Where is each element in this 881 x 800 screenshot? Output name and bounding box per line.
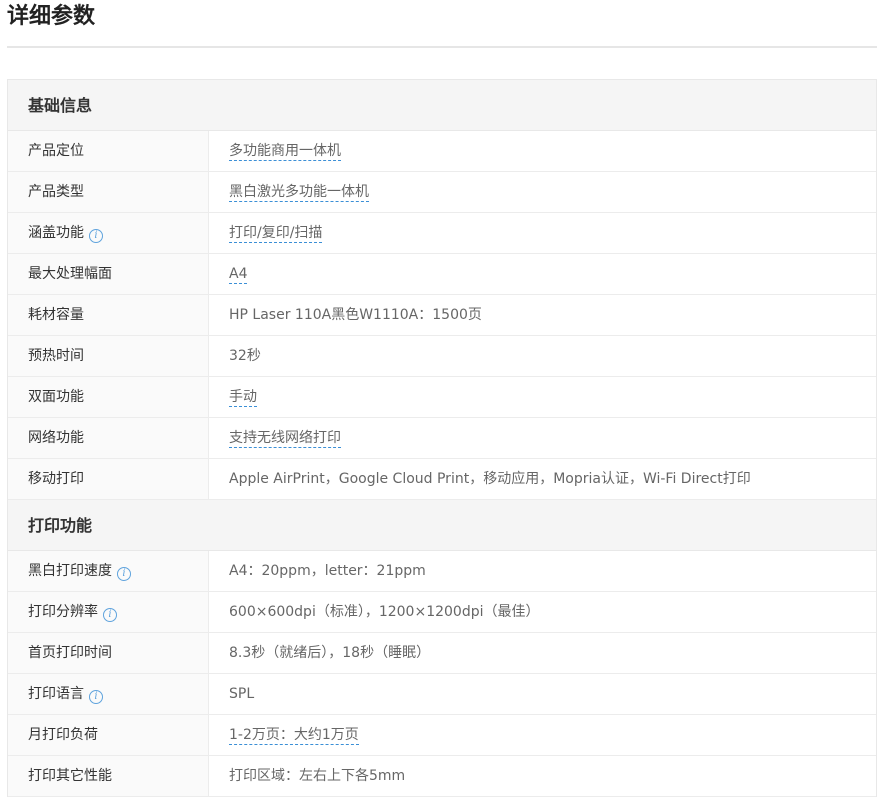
spec-label: 产品类型	[8, 172, 209, 212]
spec-value: A4	[209, 254, 876, 294]
spec-row: 打印分辨率 i 600×600dpi（标准），1200×1200dpi（最佳）	[8, 592, 876, 633]
spec-label-text: 打印分辨率	[28, 604, 98, 620]
spec-value: HP Laser 110A黑色W1110A：1500页	[209, 295, 876, 335]
spec-label-text: 产品类型	[28, 184, 84, 200]
spec-label: 月打印负荷	[8, 715, 209, 755]
section-header-basic-info: 基础信息	[8, 80, 876, 131]
spec-label: 网络功能	[8, 418, 209, 458]
info-icon[interactable]: i	[103, 608, 117, 622]
spec-row: 双面功能 手动	[8, 377, 876, 418]
spec-label: 首页打印时间	[8, 633, 209, 673]
spec-row: 最大处理幅面 A4	[8, 254, 876, 295]
spec-label: 涵盖功能 i	[8, 213, 209, 253]
spec-label: 预热时间	[8, 336, 209, 376]
spec-label-text: 首页打印时间	[28, 645, 112, 661]
spec-value-link[interactable]: 打印/复印/扫描	[229, 225, 323, 243]
spec-value: 8.3秒（就绪后），18秒（睡眠）	[209, 633, 876, 673]
spec-label: 黑白打印速度 i	[8, 551, 209, 591]
spec-label-text: 涵盖功能	[28, 225, 84, 241]
spec-value: Apple AirPrint，Google Cloud Print，移动应用，M…	[209, 459, 876, 499]
spec-label: 移动打印	[8, 459, 209, 499]
spec-value-text: Apple AirPrint，Google Cloud Print，移动应用，M…	[229, 471, 751, 487]
spec-row: 月打印负荷 1-2万页：大约1万页	[8, 715, 876, 756]
spec-row: 耗材容量 HP Laser 110A黑色W1110A：1500页	[8, 295, 876, 336]
spec-label: 打印分辨率 i	[8, 592, 209, 632]
spec-value: 支持无线网络打印	[209, 418, 876, 458]
spec-label-text: 打印语言	[28, 686, 84, 702]
spec-value-text: 600×600dpi（标准），1200×1200dpi（最佳）	[229, 604, 540, 620]
spec-row: 预热时间 32秒	[8, 336, 876, 377]
spec-label-text: 双面功能	[28, 389, 84, 405]
spec-value-text: 8.3秒（就绪后），18秒（睡眠）	[229, 645, 431, 661]
spec-label: 双面功能	[8, 377, 209, 417]
spec-label: 产品定位	[8, 131, 209, 171]
info-icon[interactable]: i	[117, 567, 131, 581]
spec-value-text: 32秒	[229, 348, 261, 364]
spec-value-text: SPL	[229, 686, 255, 702]
title-divider	[7, 46, 877, 48]
spec-value: 手动	[209, 377, 876, 417]
spec-label-text: 黑白打印速度	[28, 563, 112, 579]
spec-value-link[interactable]: 手动	[229, 389, 257, 407]
spec-row: 移动打印 Apple AirPrint，Google Cloud Print，移…	[8, 459, 876, 500]
spec-table: 基础信息 产品定位 多功能商用一体机 产品类型 黑白激光多功能一体机 涵盖功能 i…	[7, 79, 877, 797]
info-icon[interactable]: i	[89, 229, 103, 243]
spec-label-text: 移动打印	[28, 471, 84, 487]
section-header-print-function: 打印功能	[8, 500, 876, 551]
spec-label: 打印语言 i	[8, 674, 209, 714]
spec-label-text: 产品定位	[28, 143, 84, 159]
spec-value: SPL	[209, 674, 876, 714]
spec-value-link[interactable]: 支持无线网络打印	[229, 430, 341, 448]
spec-label: 打印其它性能	[8, 756, 209, 796]
spec-value: 多功能商用一体机	[209, 131, 876, 171]
spec-value-text: 打印区域：左右上下各5mm	[229, 768, 406, 784]
spec-row: 打印语言 i SPL	[8, 674, 876, 715]
spec-value-link[interactable]: 1-2万页：大约1万页	[229, 727, 359, 745]
spec-row: 黑白打印速度 i A4：20ppm，letter：21ppm	[8, 551, 876, 592]
spec-value: 打印区域：左右上下各5mm	[209, 756, 876, 796]
page-title: 详细参数	[7, 4, 96, 29]
spec-value: A4：20ppm，letter：21ppm	[209, 551, 876, 591]
spec-row: 网络功能 支持无线网络打印	[8, 418, 876, 459]
spec-label: 最大处理幅面	[8, 254, 209, 294]
spec-label-text: 预热时间	[28, 348, 84, 364]
info-icon[interactable]: i	[89, 690, 103, 704]
spec-row: 首页打印时间 8.3秒（就绪后），18秒（睡眠）	[8, 633, 876, 674]
spec-label-text: 月打印负荷	[28, 727, 98, 743]
spec-label-text: 网络功能	[28, 430, 84, 446]
spec-row: 产品类型 黑白激光多功能一体机	[8, 172, 876, 213]
spec-label-text: 最大处理幅面	[28, 266, 112, 282]
spec-row: 打印其它性能 打印区域：左右上下各5mm	[8, 756, 876, 797]
spec-value-link[interactable]: A4	[229, 266, 248, 284]
spec-label-text: 打印其它性能	[28, 768, 112, 784]
spec-value-text: A4：20ppm，letter：21ppm	[229, 563, 426, 579]
spec-value: 1-2万页：大约1万页	[209, 715, 876, 755]
spec-value: 打印/复印/扫描	[209, 213, 876, 253]
spec-label-text: 耗材容量	[28, 307, 84, 323]
spec-label: 耗材容量	[8, 295, 209, 335]
spec-row: 涵盖功能 i 打印/复印/扫描	[8, 213, 876, 254]
spec-value-text: HP Laser 110A黑色W1110A：1500页	[229, 307, 482, 323]
spec-value-link[interactable]: 多功能商用一体机	[229, 143, 341, 161]
spec-value: 黑白激光多功能一体机	[209, 172, 876, 212]
spec-row: 产品定位 多功能商用一体机	[8, 131, 876, 172]
spec-value-link[interactable]: 黑白激光多功能一体机	[229, 184, 369, 202]
spec-value: 32秒	[209, 336, 876, 376]
spec-value: 600×600dpi（标准），1200×1200dpi（最佳）	[209, 592, 876, 632]
